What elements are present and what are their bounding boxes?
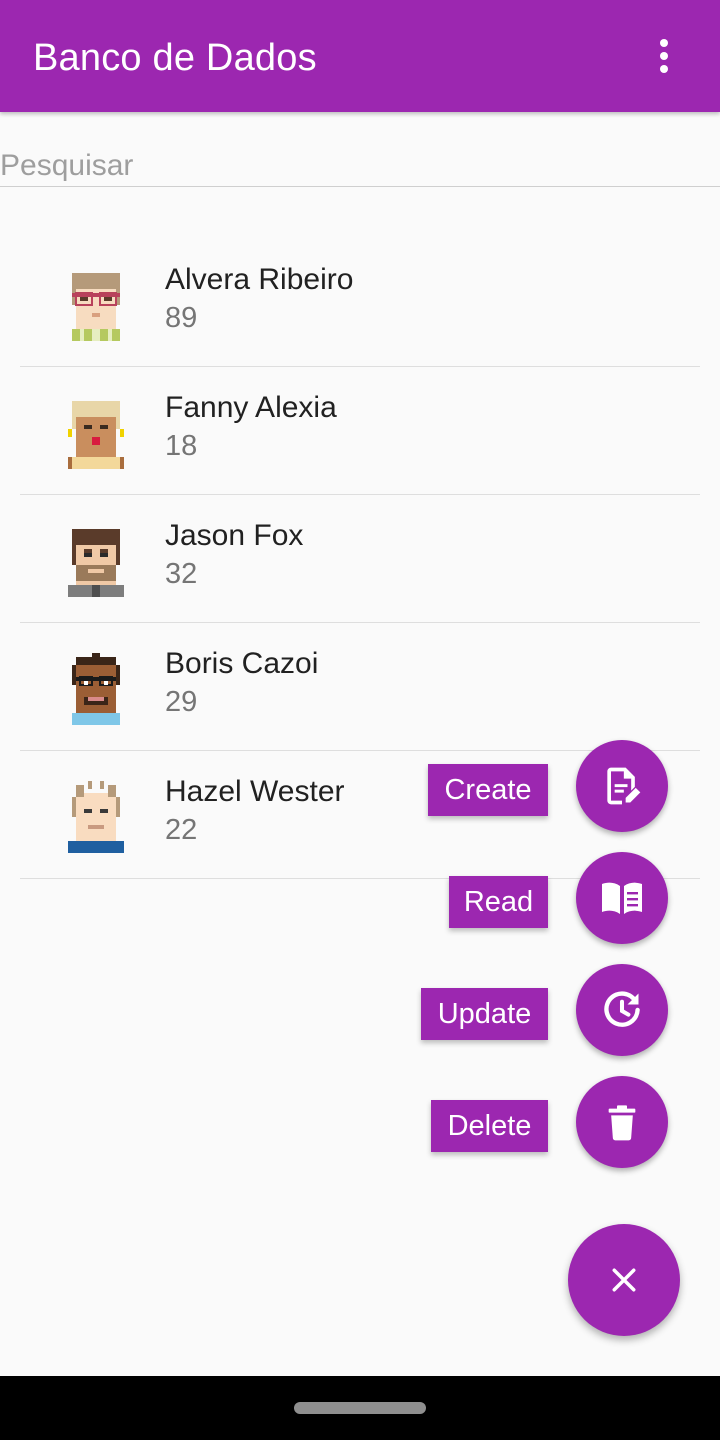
update-button[interactable] xyxy=(576,964,668,1056)
home-gesture-handle[interactable] xyxy=(294,1402,426,1414)
book-open-icon xyxy=(602,882,642,914)
person-age: 89 xyxy=(165,302,198,334)
trash-icon xyxy=(608,1105,636,1141)
close-speed-dial-button[interactable] xyxy=(568,1224,680,1336)
list-item[interactable]: Boris Cazoi 29 xyxy=(20,623,700,751)
person-name: Boris Cazoi xyxy=(165,647,319,680)
person-name: Jason Fox xyxy=(165,519,304,552)
more-vert-icon xyxy=(660,39,668,47)
list-item[interactable]: Fanny Alexia 18 xyxy=(20,367,700,495)
delete-label-button[interactable]: Delete xyxy=(431,1100,548,1152)
read-button[interactable] xyxy=(576,852,668,944)
note-edit-icon xyxy=(607,767,641,805)
avatar xyxy=(68,401,124,469)
person-name: Fanny Alexia xyxy=(165,391,337,424)
app-bar: Banco de Dados xyxy=(0,0,720,112)
delete-button[interactable] xyxy=(576,1076,668,1168)
person-age: 18 xyxy=(165,430,198,462)
more-options-button[interactable] xyxy=(640,32,688,80)
update-label-button[interactable]: Update xyxy=(421,988,548,1040)
person-name: Hazel Wester xyxy=(165,775,345,808)
app-title: Banco de Dados xyxy=(33,37,317,79)
person-name: Alvera Ribeiro xyxy=(165,263,354,296)
search-input[interactable] xyxy=(0,146,720,186)
avatar xyxy=(68,529,124,597)
avatar xyxy=(72,273,120,341)
avatar xyxy=(72,653,120,725)
person-age: 32 xyxy=(165,558,198,590)
read-label-button[interactable]: Read xyxy=(449,876,548,928)
person-age: 22 xyxy=(165,814,198,846)
close-icon xyxy=(612,1268,636,1292)
more-vert-icon-dot xyxy=(660,52,668,60)
update-clock-icon xyxy=(604,991,640,1027)
avatar xyxy=(68,781,124,853)
create-button[interactable] xyxy=(576,740,668,832)
more-vert-icon-dot xyxy=(660,65,668,73)
person-age: 29 xyxy=(165,686,198,718)
system-navigation-bar xyxy=(0,1376,720,1440)
list-item[interactable]: Jason Fox 32 xyxy=(20,495,700,623)
list-item[interactable]: Alvera Ribeiro 89 xyxy=(20,239,700,367)
search-field[interactable] xyxy=(0,146,720,187)
create-label-button[interactable]: Create xyxy=(428,764,548,816)
